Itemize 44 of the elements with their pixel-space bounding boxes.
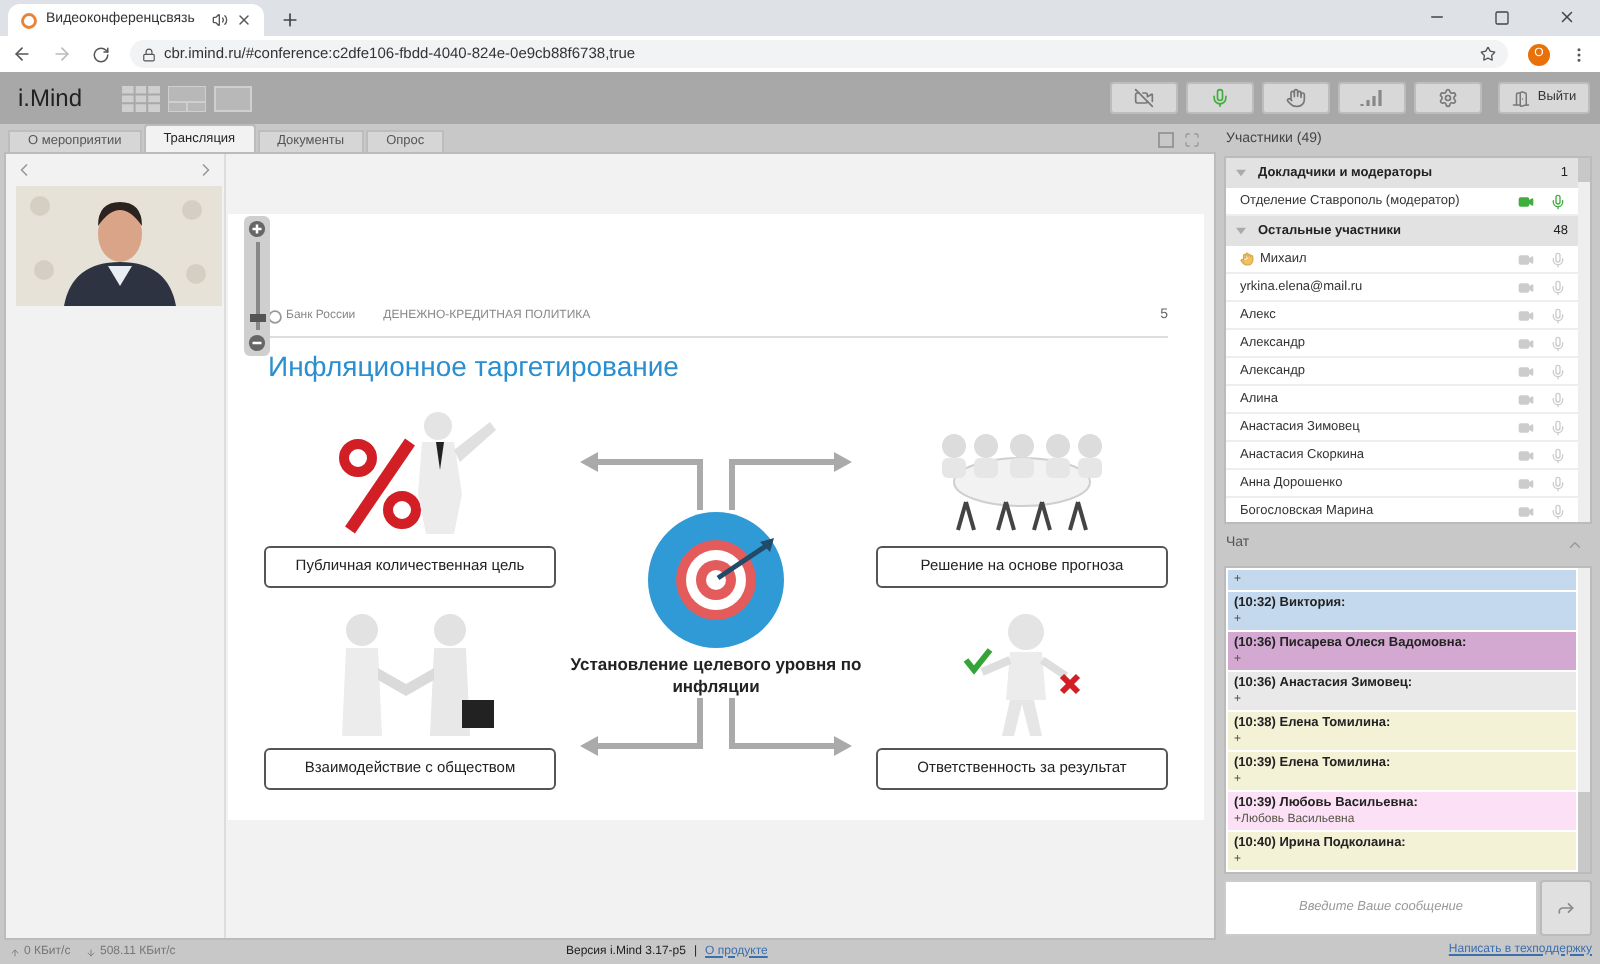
upload-arrow-icon [10,947,20,957]
close-window-icon[interactable] [1558,8,1576,26]
scrollbar[interactable] [1578,158,1590,522]
zoom-out-icon[interactable] [248,334,266,352]
signal-bars-icon [1360,90,1384,106]
split-layout-icon[interactable] [168,85,206,111]
send-arrow-icon [1556,898,1576,918]
scrollbar[interactable] [1578,568,1590,872]
back-icon[interactable] [12,44,32,64]
collapse-icon[interactable] [1566,536,1584,554]
microphone-icon [1210,88,1230,108]
close-icon[interactable] [236,12,252,28]
signal-button[interactable] [1338,82,1406,114]
fullscreen-icon[interactable] [1184,132,1200,148]
target-icon [646,509,786,649]
maximize-icon[interactable] [1494,10,1510,26]
door-icon [1511,89,1530,107]
settings-icon [1438,88,1458,108]
hand-icon [1286,88,1306,108]
microphone-button[interactable] [1186,82,1254,114]
camera-off-button[interactable] [1110,82,1178,114]
download-arrow-icon [86,947,96,957]
site-logo-icon [20,11,38,29]
new-tab-icon[interactable] [280,10,300,30]
zoom-control[interactable] [244,216,270,356]
slide-title: Инфляционное таргетирование [266,347,681,381]
single-layout-icon[interactable] [214,85,252,111]
center-caption: Установление целевого уровня по инфляции [568,653,864,697]
zoom-handle[interactable] [249,314,265,322]
window-mode-icon[interactable] [1158,132,1174,148]
reload-icon[interactable] [92,45,110,63]
raise-hand-button[interactable] [1262,82,1330,114]
app-logo: i.Mind [18,82,85,116]
expand-caret-icon[interactable] [1236,168,1246,178]
speaker-icon [212,12,228,28]
camera-off-icon [1134,88,1154,108]
lock-icon [142,47,156,61]
expand-caret-icon[interactable] [1236,226,1246,236]
star-icon[interactable] [1480,46,1496,62]
zoom-in-icon[interactable] [248,220,266,238]
grid-layout-icon[interactable] [122,85,160,111]
settings-button[interactable] [1414,82,1482,114]
forward-icon[interactable] [52,44,72,64]
bank-logo-icon [268,309,282,324]
